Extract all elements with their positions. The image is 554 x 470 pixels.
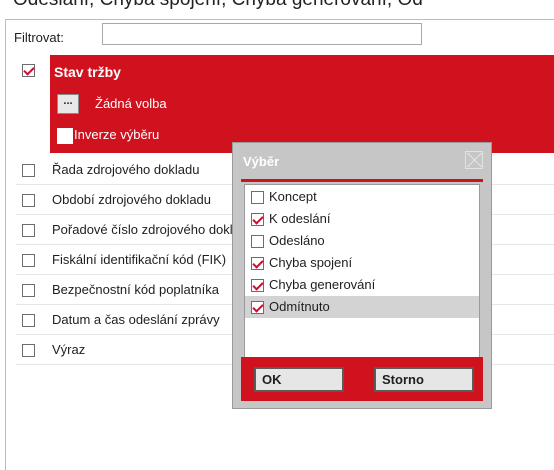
field-checkbox[interactable]	[22, 194, 35, 207]
selection-list[interactable]: Koncept K odeslání Odesláno Chyba spojení Ch…	[244, 184, 480, 359]
selection-item-label: Koncept	[269, 189, 317, 204]
selection-item-label: Odmítnuto	[269, 299, 330, 314]
ellipsis-button[interactable]: ...	[57, 94, 79, 114]
choice-value: Žádná volba	[95, 96, 167, 111]
field-label: Fiskální identifikační kód (FIK)	[52, 252, 227, 267]
field-label: Bezpečnostní kód poplatníka	[52, 282, 219, 297]
selection-item[interactable]: K odeslání	[245, 208, 479, 230]
field-label: Období zdrojového dokladu	[52, 192, 212, 207]
selection-item[interactable]: Chyba generování	[245, 274, 479, 296]
field-checkbox[interactable]	[22, 164, 35, 177]
condition-checkbox[interactable]	[22, 64, 35, 77]
selection-item-label: Chyba spojení	[269, 255, 353, 270]
selection-item-checkbox[interactable]	[251, 235, 264, 248]
field-checkbox[interactable]	[22, 344, 35, 357]
selection-item[interactable]: Odesláno	[245, 230, 479, 252]
ok-button[interactable]: OK	[254, 367, 344, 392]
condition-title: Stav tržby	[54, 64, 121, 80]
selection-item-checkbox[interactable]	[251, 191, 264, 204]
selection-item-checkbox[interactable]	[251, 213, 264, 226]
field-label: Pořadové číslo zdrojového dokladu	[52, 222, 232, 237]
cancel-button[interactable]: Storno	[374, 367, 474, 392]
field-row[interactable]: Řada zdrojového dokladu	[52, 162, 232, 180]
field-row[interactable]: Výraz	[52, 342, 232, 360]
selection-item-checkbox[interactable]	[251, 301, 264, 314]
dialog-accent-line	[241, 179, 483, 182]
filter-label: Filtrovat:	[14, 30, 64, 45]
field-checkbox[interactable]	[22, 224, 35, 237]
selection-item-label: K odeslání	[269, 211, 331, 226]
field-checkbox[interactable]	[22, 284, 35, 297]
selection-item-label: Odesláno	[269, 233, 325, 248]
selection-dialog: Výběr Koncept K odeslání Odesláno Chyba spo…	[232, 142, 492, 409]
field-row[interactable]: Datum a čas odeslání zprávy	[52, 312, 232, 330]
selection-item[interactable]: Chyba spojení	[245, 252, 479, 274]
field-row[interactable]: Bezpečnostní kód poplatníka	[52, 282, 232, 300]
field-checkbox[interactable]	[22, 254, 35, 267]
selection-item-label: Chyba generování	[269, 277, 376, 292]
dialog-button-bar: OK Storno	[241, 357, 483, 401]
selection-item[interactable]: Koncept	[245, 186, 479, 208]
selection-item-checkbox[interactable]	[251, 279, 264, 292]
field-row[interactable]: Fiskální identifikační kód (FIK)	[52, 252, 232, 270]
field-label: Řada zdrojového dokladu	[52, 162, 200, 177]
inverse-selection-label: Inverze výběru	[74, 127, 160, 142]
selection-item-checkbox[interactable]	[251, 257, 264, 270]
dialog-title: Výběr	[243, 154, 280, 169]
field-row[interactable]: Pořadové číslo zdrojového dokladu	[52, 222, 232, 240]
selection-item[interactable]: Odmítnuto	[245, 296, 479, 318]
field-label: Datum a čas odeslání zprávy	[52, 312, 220, 327]
partial-header-text: Odeslání, Chyba spojení, Chyba generován…	[0, 0, 554, 11]
close-icon[interactable]	[465, 151, 483, 169]
field-checkbox[interactable]	[22, 314, 35, 327]
inverse-selection-checkbox[interactable]	[57, 128, 73, 144]
field-label: Výraz	[52, 342, 86, 357]
filter-input[interactable]	[102, 23, 422, 45]
field-row[interactable]: Období zdrojového dokladu	[52, 192, 232, 210]
